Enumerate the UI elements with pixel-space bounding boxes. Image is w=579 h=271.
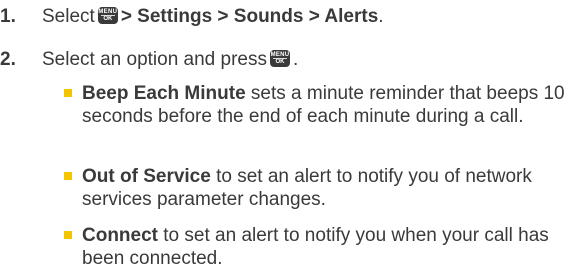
menu-ok-key-icon: MENU OK bbox=[270, 50, 290, 67]
step-prefix: Select bbox=[42, 6, 95, 27]
bullet-square-icon bbox=[64, 172, 72, 180]
option-text: Out of Service to set an alert to notify… bbox=[82, 165, 572, 211]
option-connect: Connect to set an alert to notify you wh… bbox=[64, 224, 572, 270]
option-term: Beep Each Minute bbox=[82, 83, 246, 104]
step-suffix: . bbox=[378, 6, 384, 27]
option-term: Out of Service bbox=[82, 166, 211, 187]
option-out-of-service: Out of Service to set an alert to notify… bbox=[64, 165, 572, 211]
option-text: Connect to set an alert to notify you wh… bbox=[82, 224, 572, 270]
option-text: Beep Each Minute sets a minute reminder … bbox=[82, 82, 572, 128]
step-number: 1. bbox=[0, 6, 16, 27]
step-text: Select MENU OK > Settings > Sounds > Alerts… bbox=[42, 5, 384, 28]
bullet-square-icon bbox=[64, 231, 72, 239]
menu-ok-key-icon: MENU OK bbox=[97, 7, 118, 24]
bullet-square-icon bbox=[64, 89, 72, 97]
menu-path: > Settings > Sounds > Alerts bbox=[120, 6, 379, 27]
option-term: Connect bbox=[82, 225, 158, 246]
option-beep-each-minute: Beep Each Minute sets a minute reminder … bbox=[64, 82, 572, 128]
step-number: 2. bbox=[0, 49, 16, 70]
step-suffix: . bbox=[293, 49, 299, 70]
step-prefix: Select an option and press bbox=[42, 49, 267, 70]
step-text: Select an option and press MENU OK. bbox=[42, 48, 298, 71]
